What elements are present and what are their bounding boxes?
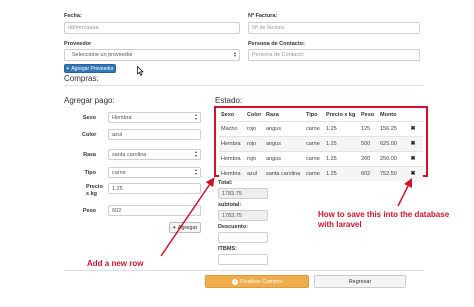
finalize-label: Finalizar Compra [240,278,282,285]
save-db-annotation: How to save this into the database with … [318,210,450,229]
annotation-arrows [160,177,413,257]
check-circle-icon: ✓ [232,278,239,285]
back-button[interactable]: Regresar [314,275,406,288]
footer-divider [64,270,424,271]
add-row-arrow [160,177,215,257]
finalize-purchase-button[interactable]: ✓ Finalizar Compra [205,275,309,288]
save-db-arrow [397,177,413,207]
add-row-annotation: Add a new row [87,259,144,268]
